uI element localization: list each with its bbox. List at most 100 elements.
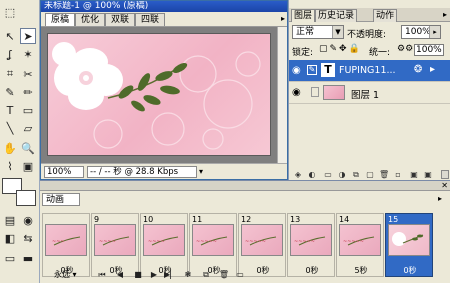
- marquee-tool-icon[interactable]: ⬚: [2, 4, 18, 20]
- fill-input[interactable]: 100%: [414, 44, 444, 56]
- eye-icon[interactable]: ◉: [292, 65, 301, 76]
- animation-frame[interactable]: 9 ~~~~ 0秒: [91, 213, 139, 277]
- layer-row-text[interactable]: ◉ ✎ T FUPING11... ❂ ▸: [289, 60, 450, 82]
- line-tool-icon[interactable]: ╲: [2, 120, 18, 136]
- page-icon[interactable]: ▫: [393, 170, 403, 179]
- preview-browser-icon[interactable]: ◉: [20, 212, 36, 228]
- frame-art: ~~~: [52, 236, 81, 246]
- new-layer-icon[interactable]: ▢: [365, 170, 375, 179]
- next-frame-icon[interactable]: ▶▏: [164, 269, 176, 280]
- type-tool-icon[interactable]: T: [2, 102, 18, 118]
- hand-tool-icon[interactable]: ✋: [2, 140, 18, 156]
- duplicate-icon[interactable]: ⧉: [351, 170, 361, 179]
- frame-thumbnail: [388, 224, 430, 256]
- frame-delay[interactable]: 0秒: [386, 266, 434, 275]
- crop-tool-icon[interactable]: ⌗: [2, 66, 18, 82]
- animation-frame[interactable]: 13 ~~~~~ 0秒: [287, 213, 335, 277]
- chevron-right-icon[interactable]: ▸: [430, 64, 435, 75]
- panel-menu-arrow-icon[interactable]: ▸: [438, 194, 442, 203]
- chevron-right-icon: ▸: [429, 26, 440, 38]
- pencil-tool-icon[interactable]: ✏: [20, 84, 36, 100]
- layer-mask-icon[interactable]: ◐: [307, 170, 317, 179]
- animation-frame[interactable]: 10 ~~~~ 0秒: [140, 213, 188, 277]
- tab-history[interactable]: 历史记录: [315, 9, 358, 22]
- first-frame-icon[interactable]: ⏮: [96, 269, 108, 280]
- move-layer-down-icon[interactable]: ▣: [423, 170, 433, 179]
- layer-row-image[interactable]: ◉ 图层 1: [289, 82, 450, 104]
- delete-frame-icon[interactable]: 🗑: [218, 269, 230, 280]
- tab-2-up[interactable]: 双联: [105, 13, 135, 26]
- blend-mode-select[interactable]: 正常 ▼: [292, 25, 344, 39]
- tab-layers[interactable]: 图层: [291, 9, 316, 22]
- zoom-select[interactable]: 100%: [44, 166, 84, 178]
- screen-mode-icon[interactable]: ◧: [2, 230, 18, 246]
- vertical-scrollbar[interactable]: [277, 27, 287, 163]
- frame-delay[interactable]: 0秒: [239, 266, 287, 275]
- opacity-input[interactable]: 100% ▸: [401, 25, 441, 39]
- eye-icon[interactable]: ◉: [292, 87, 301, 98]
- canvas-image[interactable]: [47, 33, 271, 156]
- rectangle-tool-icon[interactable]: ▭: [20, 102, 36, 118]
- zoom-value: 100%: [47, 167, 72, 177]
- preview-document-icon[interactable]: ▤: [2, 212, 18, 228]
- animation-frame[interactable]: 14 ~~~~~ 5秒: [336, 213, 384, 277]
- slice-tool-icon[interactable]: ✂: [20, 66, 36, 82]
- tab-original[interactable]: 原稿: [45, 13, 75, 26]
- prev-frame-icon[interactable]: ◀: [114, 269, 126, 280]
- animation-frame[interactable]: 12 ~~~~~ 0秒: [238, 213, 286, 277]
- layer-style-icon[interactable]: ◈: [293, 170, 303, 179]
- standard-screen-icon[interactable]: ▭: [2, 250, 18, 266]
- svg-text:~~~~~: ~~~~~: [245, 239, 266, 245]
- close-icon[interactable]: ✕: [441, 181, 448, 190]
- link-box-icon[interactable]: [311, 87, 319, 97]
- move-tool-icon[interactable]: ➤: [20, 28, 36, 44]
- duplicate-frame-icon[interactable]: ⧉: [200, 269, 212, 280]
- frame-thumbnail: ~~~~~: [339, 224, 381, 256]
- resize-grip-icon[interactable]: [441, 170, 449, 179]
- download-time-select[interactable]: -- / -- 秒 @ 28.8 Kbps: [87, 166, 197, 178]
- tween-icon[interactable]: ❃: [182, 269, 194, 280]
- layers-panel: 图层 历史记录 动作 ▸ 正常 ▼ 不透明度: 100% ▸ 锁定: ▢✎✥🔒 …: [288, 0, 450, 180]
- new-set-icon[interactable]: ▭: [323, 170, 333, 179]
- frame-art: ~~~~: [148, 236, 179, 246]
- tabs-scroll-arrow-icon[interactable]: ▸: [281, 14, 285, 23]
- panel-menu-arrow-icon[interactable]: ▸: [443, 10, 447, 19]
- eyedropper-tool-icon[interactable]: ⌇: [2, 158, 18, 174]
- play-icon[interactable]: ▶: [148, 269, 160, 280]
- brush-tool-icon[interactable]: ✎: [2, 84, 18, 100]
- toggle-slices-icon[interactable]: ▣: [20, 158, 36, 174]
- loop-select[interactable]: 永远 ▾: [54, 269, 77, 280]
- frame-delay[interactable]: 0秒: [190, 266, 238, 275]
- zoom-tool-icon[interactable]: 🔍: [20, 140, 36, 156]
- frame-options-icon[interactable]: ▭: [234, 269, 246, 280]
- jump-to-photoshop-icon[interactable]: ⇆: [20, 230, 36, 246]
- tab-optimized[interactable]: 优化: [75, 13, 105, 26]
- adjustment-icon[interactable]: ◑: [337, 170, 347, 179]
- blend-mode-value: 正常: [296, 27, 315, 37]
- arrow-select-icon[interactable]: ↖: [2, 28, 18, 44]
- svg-text:~~~~~: ~~~~~: [343, 239, 364, 245]
- tab-animation[interactable]: 动画: [42, 193, 80, 206]
- frame-number: 11: [192, 215, 203, 224]
- animation-frame[interactable]: ~~~ 0秒: [42, 213, 90, 277]
- frame-delay[interactable]: 0秒: [288, 266, 336, 275]
- tab-4-up[interactable]: 四联: [135, 13, 165, 26]
- lock-icons[interactable]: ▢✎✥🔒: [319, 44, 362, 54]
- animation-frame-selected[interactable]: 15 0秒: [385, 213, 433, 277]
- stop-icon[interactable]: ■: [132, 269, 144, 280]
- layer-effects-icon[interactable]: ❂: [414, 64, 422, 75]
- move-layer-up-icon[interactable]: ▣: [409, 170, 419, 179]
- full-screen-icon[interactable]: ▬: [20, 250, 36, 266]
- magic-wand-icon[interactable]: ✶: [20, 46, 36, 62]
- eraser-tool-icon[interactable]: ▱: [20, 120, 36, 136]
- frame-delay[interactable]: 5秒: [337, 266, 385, 275]
- delete-layer-icon[interactable]: 🗑: [379, 170, 389, 179]
- tab-actions[interactable]: 动作: [373, 9, 398, 22]
- layer-name: 图层 1: [351, 90, 380, 101]
- status-dropdown-arrow-icon[interactable]: ▾: [199, 167, 203, 176]
- lasso-tool-icon[interactable]: ʆ: [2, 46, 18, 62]
- frame-art: ~~~~~: [343, 236, 375, 246]
- animation-frame[interactable]: 11 ~~~~~ 0秒: [189, 213, 237, 277]
- background-color-swatch[interactable]: [16, 190, 36, 206]
- brush-link-icon[interactable]: ✎: [307, 65, 317, 75]
